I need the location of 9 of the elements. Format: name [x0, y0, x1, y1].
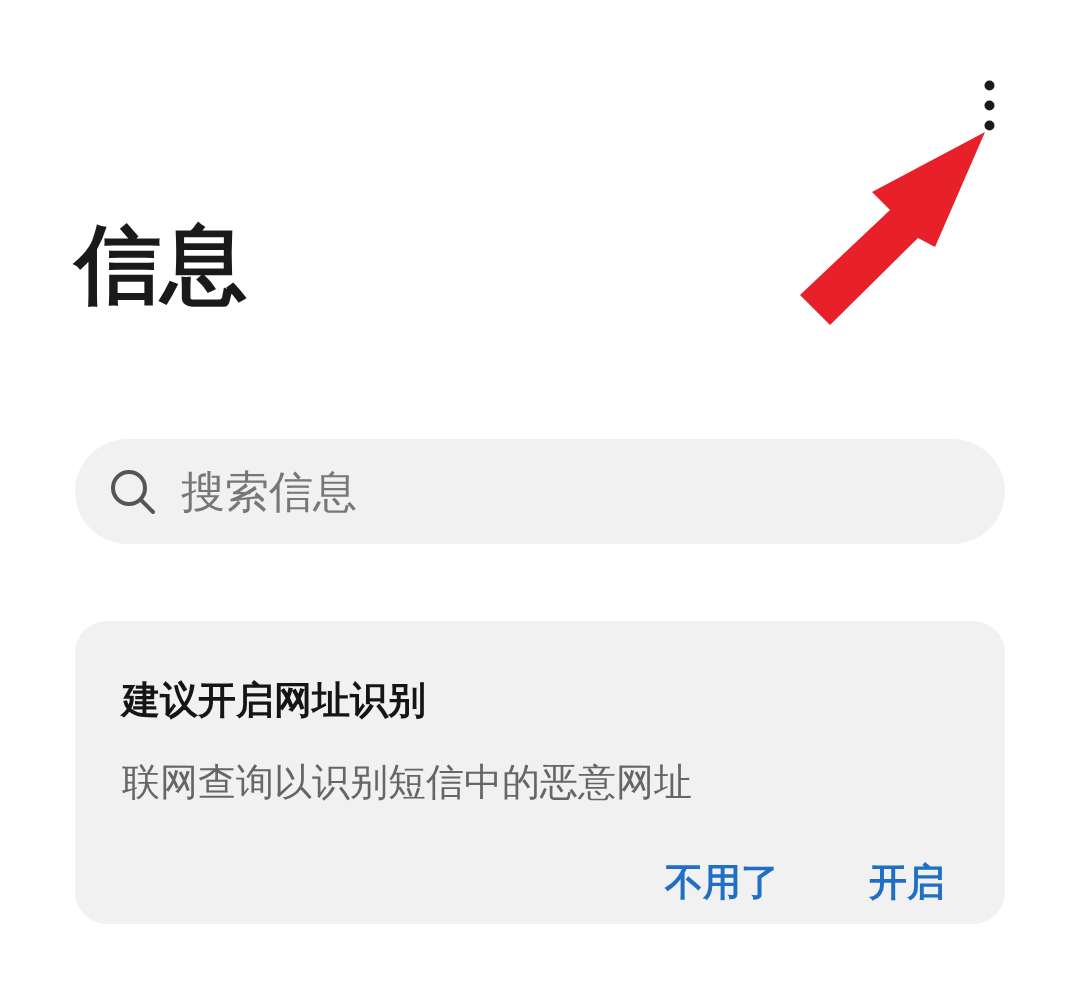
action-button[interactable]: 开启 — [869, 863, 945, 901]
card-description: 联网查询以识别短信中的恶意网址 — [122, 763, 692, 801]
search-input[interactable]: 搜索信息 — [181, 458, 970, 525]
action-button[interactable]: 不用了 — [665, 863, 779, 901]
search-field[interactable]: 搜索信息 — [75, 439, 1005, 544]
card-title: 建议开启网址识别 — [122, 681, 426, 719]
more-icon[interactable] — [984, 80, 995, 131]
search-icon — [110, 468, 156, 515]
page-title: 信息 — [75, 221, 247, 307]
